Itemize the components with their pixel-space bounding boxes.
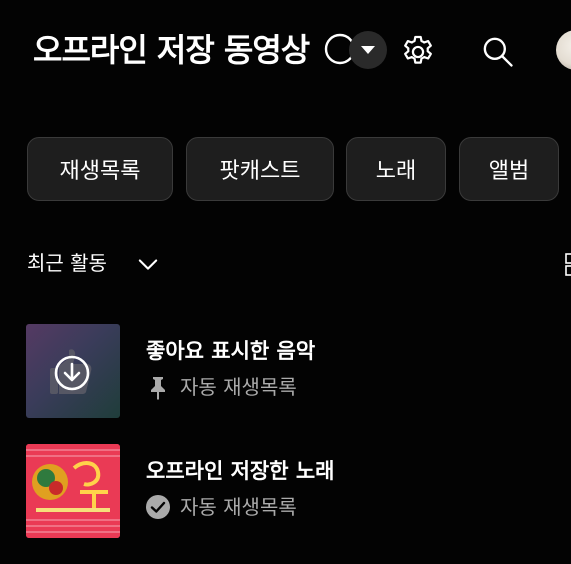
title-dropdown-button[interactable]	[349, 31, 387, 69]
chip-podcasts[interactable]: 팟캐스트	[186, 137, 334, 201]
chip-playlists[interactable]: 재생목록	[27, 137, 173, 201]
list-item[interactable]: 오프라인 저장한 노래 자동 재생목록	[0, 440, 571, 540]
album-artwork	[26, 444, 120, 538]
search-button[interactable]	[479, 33, 517, 71]
sort-label[interactable]: 최근 활동	[27, 247, 107, 279]
settings-button[interactable]	[399, 33, 437, 71]
item-title: 오프라인 저장한 노래	[146, 459, 335, 483]
chip-songs[interactable]: 노래	[346, 137, 446, 201]
list-item[interactable]: 좋아요 표시한 음악 자동 재생목록	[0, 320, 571, 420]
caret-down-icon	[361, 46, 375, 54]
playlist-thumbnail	[26, 444, 120, 538]
pin-icon	[144, 373, 172, 401]
check-circle-icon	[144, 493, 172, 521]
gear-icon	[404, 35, 432, 64]
download-icon	[52, 353, 92, 393]
chip-albums[interactable]: 앨범	[459, 137, 559, 201]
item-subtitle: 자동 재생목록	[180, 495, 297, 519]
search-icon	[483, 37, 513, 67]
item-title: 좋아요 표시한 음악	[146, 339, 316, 363]
view-toggle-button[interactable]	[562, 250, 571, 278]
avatar[interactable]	[556, 30, 571, 70]
chevron-down-icon	[138, 259, 158, 270]
sort-dropdown-button[interactable]	[134, 250, 162, 278]
item-subtitle: 자동 재생목록	[180, 375, 297, 399]
grid-view-icon	[565, 253, 571, 276]
page-title: 오프라인 저장 동영상	[33, 31, 310, 69]
